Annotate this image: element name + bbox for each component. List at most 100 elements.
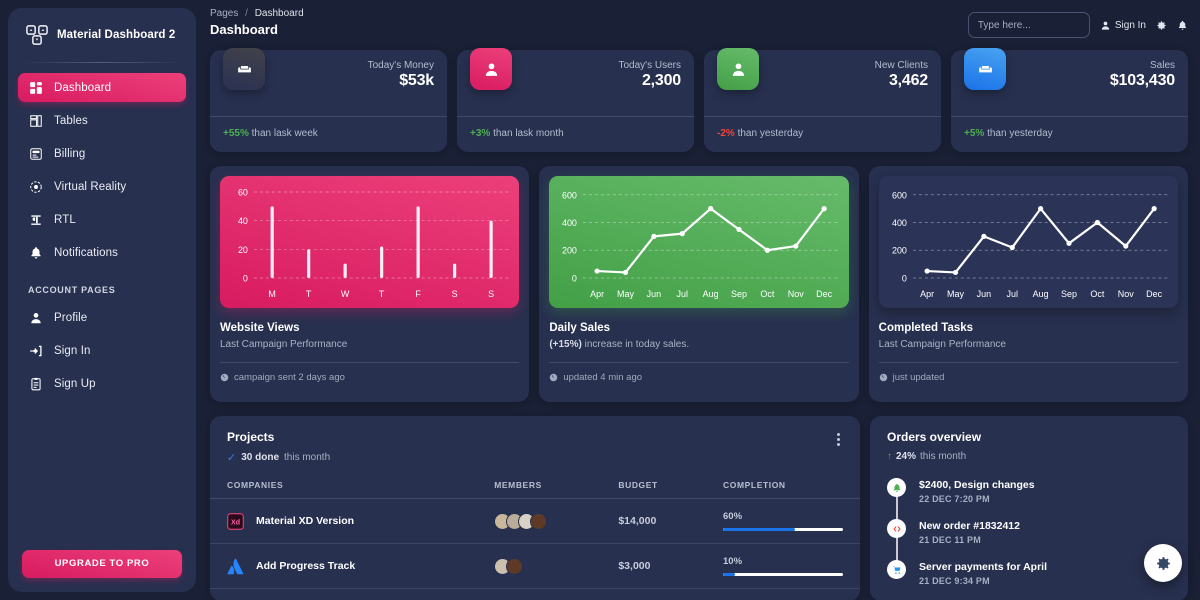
stat-meta: Sales $103,430 bbox=[1110, 60, 1175, 90]
svg-text:400: 400 bbox=[892, 218, 907, 228]
sidebar-item-virtual-reality[interactable]: Virtual Reality bbox=[18, 172, 186, 201]
timeline-title: $2400, Design changes bbox=[919, 479, 1035, 491]
dashboard-app: Material Dashboard 2 Dashboard Tables Bi… bbox=[0, 0, 1200, 600]
stat-footer: +55% than lask week bbox=[223, 117, 434, 139]
sidebar-item-dashboard[interactable]: Dashboard bbox=[18, 73, 186, 102]
breadcrumb-separator: / bbox=[245, 8, 248, 19]
avatar[interactable] bbox=[530, 512, 548, 530]
svg-text:Jun: Jun bbox=[647, 289, 661, 299]
timeline-dot bbox=[887, 560, 906, 579]
completion-wrap: 60% bbox=[723, 511, 843, 531]
stat-label: Today's Money bbox=[367, 60, 434, 71]
sidebar: Material Dashboard 2 Dashboard Tables Bi… bbox=[8, 8, 196, 592]
projects-header-text: Projects ✓ 30 done this month bbox=[227, 430, 330, 464]
sidebar-item-label: Billing bbox=[54, 147, 86, 160]
chart-footer-text: just updated bbox=[892, 372, 945, 383]
clock-icon bbox=[879, 373, 887, 382]
stat-meta: Today's Users 2,300 bbox=[619, 60, 682, 90]
chart-subtitle: Last Campaign Performance bbox=[220, 339, 348, 350]
clock-icon bbox=[220, 373, 229, 382]
svg-text:Nov: Nov bbox=[1117, 289, 1133, 299]
chart-subtitle-delta: (+15%) bbox=[549, 339, 582, 350]
cell-budget: $3,000 bbox=[618, 543, 723, 589]
table-row[interactable]: Add Progress Track $3,000 10% bbox=[210, 543, 860, 589]
table-row[interactable]: Xd Material XD Version $14,000 60% bbox=[210, 498, 860, 544]
timeline-body: New order #1832412 21 DEC 11 PM bbox=[919, 519, 1020, 545]
stat-label: Sales bbox=[1149, 60, 1175, 71]
projects-header: Projects ✓ 30 done this month bbox=[210, 430, 860, 464]
projects-subtitle: ✓ 30 done this month bbox=[227, 451, 330, 464]
notifications-icon-button[interactable] bbox=[1177, 20, 1188, 31]
sidebar-item-label: Virtual Reality bbox=[54, 180, 127, 193]
svg-text:Jul: Jul bbox=[1006, 289, 1017, 299]
search-input[interactable] bbox=[967, 12, 1090, 38]
completion-percent: 60% bbox=[723, 511, 743, 522]
sign-in-button[interactable]: Sign In bbox=[1100, 20, 1146, 31]
chart-cards: 0 20 40 60 M T W T F S S Website Views Last Campai… bbox=[210, 166, 1188, 402]
sidebar-item-rtl[interactable]: RTL bbox=[18, 205, 186, 234]
svg-text:May: May bbox=[947, 289, 964, 299]
svg-text:0: 0 bbox=[572, 273, 577, 283]
svg-text:400: 400 bbox=[562, 218, 577, 228]
projects-table: COMPANIES MEMBERS BUDGET COMPLETION Xd M… bbox=[210, 480, 860, 589]
sidebar-item-profile[interactable]: Profile bbox=[18, 303, 186, 332]
stat-label: Today's Users bbox=[618, 60, 682, 71]
projects-menu-button[interactable] bbox=[834, 430, 843, 449]
svg-text:Apr: Apr bbox=[920, 289, 934, 299]
avatar-group bbox=[494, 557, 618, 575]
main-content: Pages / Dashboard Dashboard Sign In bbox=[204, 0, 1200, 600]
svg-text:Aug: Aug bbox=[1032, 289, 1048, 299]
stat-label: New Clients bbox=[874, 60, 928, 71]
svg-text:S: S bbox=[488, 289, 494, 299]
person-add-icon bbox=[717, 48, 759, 90]
settings-icon-button[interactable] bbox=[1156, 20, 1167, 31]
timeline-dot bbox=[887, 519, 906, 538]
upgrade-container: UPGRADE TO PRO bbox=[8, 550, 196, 578]
chart-card-daily-sales: 0 200 400 600 Apr May Jun Jul Aug Sep Oct Nov Dec Da… bbox=[539, 166, 859, 402]
cell-completion: 10% bbox=[723, 543, 860, 589]
sidebar-item-notifications[interactable]: Notifications bbox=[18, 238, 186, 267]
stat-value: $53k bbox=[399, 72, 434, 89]
sidebar-item-label: Tables bbox=[54, 114, 88, 127]
stat-delta-text: than yesterday bbox=[987, 128, 1053, 139]
gear-icon bbox=[1156, 556, 1170, 570]
sidebar-item-billing[interactable]: Billing bbox=[18, 139, 186, 168]
stat-card-todays-users: Today's Users 2,300 +3% than lask month bbox=[457, 48, 694, 152]
sidebar-item-tables[interactable]: Tables bbox=[18, 106, 186, 135]
stat-delta: +5% bbox=[964, 128, 985, 139]
person-icon bbox=[28, 310, 43, 325]
column-header-budget: BUDGET bbox=[618, 480, 658, 490]
sidebar-item-sign-in[interactable]: Sign In bbox=[18, 336, 186, 365]
stat-value: 2,300 bbox=[641, 72, 681, 89]
sidebar-item-label: Sign In bbox=[54, 344, 91, 357]
breadcrumb-root[interactable]: Pages bbox=[210, 8, 238, 19]
timeline-date: 21 DEC 11 PM bbox=[919, 535, 981, 545]
stat-delta-text: than yesterday bbox=[737, 128, 804, 139]
bottom-row: Projects ✓ 30 done this month COMPANIES … bbox=[210, 416, 1188, 600]
avatar[interactable] bbox=[506, 557, 524, 575]
sidebar-item-sign-up[interactable]: Sign Up bbox=[18, 369, 186, 398]
stat-delta: -2% bbox=[717, 128, 735, 139]
svg-text:60: 60 bbox=[238, 187, 248, 197]
settings-fab-button[interactable] bbox=[1144, 544, 1182, 582]
svg-text:M: M bbox=[268, 289, 275, 299]
completion-wrap: 10% bbox=[723, 556, 843, 576]
svg-text:Apr: Apr bbox=[590, 289, 604, 299]
orders-subtitle: ↑ 24% this month bbox=[887, 451, 1171, 462]
projects-card: Projects ✓ 30 done this month COMPANIES … bbox=[210, 416, 860, 600]
person-icon bbox=[470, 48, 512, 90]
chart-title: Completed Tasks bbox=[878, 322, 974, 334]
sidebar-brand[interactable]: Material Dashboard 2 bbox=[8, 8, 196, 60]
breadcrumb: Pages / Dashboard bbox=[210, 8, 304, 19]
chart-footer-text: campaign sent 2 days ago bbox=[234, 372, 345, 383]
sidebar-item-label: Notifications bbox=[54, 246, 118, 259]
chart-subtitle: (+15%) increase in today sales. bbox=[549, 339, 848, 350]
svg-text:T: T bbox=[306, 289, 312, 299]
dashboard-icon bbox=[28, 80, 43, 95]
check-icon: ✓ bbox=[227, 452, 237, 464]
rtl-icon bbox=[28, 212, 43, 227]
upgrade-to-pro-button[interactable]: UPGRADE TO PRO bbox=[22, 550, 182, 578]
orders-delta: 24% bbox=[896, 451, 917, 462]
clock-icon bbox=[550, 373, 558, 382]
company-cell: Xd Material XD Version bbox=[227, 512, 494, 530]
